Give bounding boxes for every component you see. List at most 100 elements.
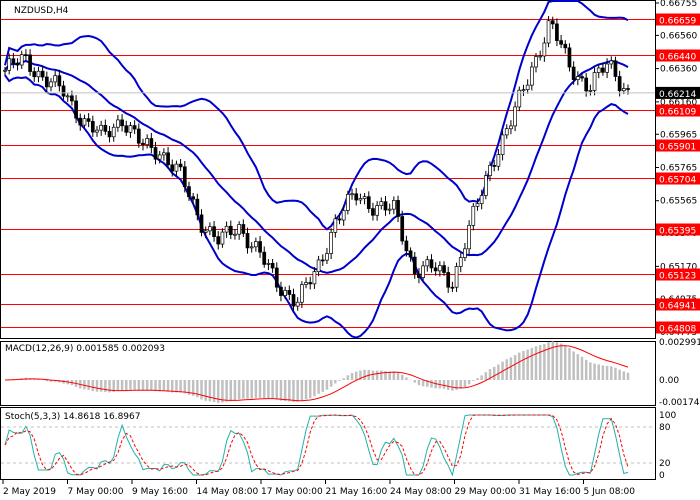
candle-body	[316, 259, 321, 273]
candle-body	[70, 95, 74, 102]
candle-body	[274, 267, 279, 288]
candle-body	[44, 76, 49, 88]
stoch-main-line	[4, 414, 629, 477]
stoch-tick-label: 0	[659, 471, 665, 481]
candle-body	[601, 67, 605, 73]
candle-body	[136, 128, 141, 144]
candle-body	[555, 23, 559, 41]
macd-tick-label: 0.002991	[659, 338, 700, 348]
chart-svg[interactable]: 0.667550.665600.663600.661600.659650.657…	[0, 0, 700, 500]
price-tick-label: 0.65965	[660, 130, 697, 140]
macd-label: MACD(12,26,9) 0.001585 0.002093	[5, 344, 165, 354]
level-label: 0.65395	[659, 227, 696, 237]
candle-body	[86, 118, 91, 122]
level-label: 0.66109	[659, 108, 696, 118]
candle-body	[103, 124, 108, 132]
candle-body	[3, 69, 7, 72]
candle-body	[199, 214, 204, 233]
candle-body	[596, 67, 601, 73]
candle-body	[563, 43, 568, 49]
candle-body	[78, 117, 83, 126]
main-price-panel: 0.667550.665600.663600.661600.659650.657…	[0, 0, 700, 339]
candle-body	[592, 72, 597, 91]
level-label: 0.66440	[659, 53, 696, 63]
candle-body	[224, 225, 229, 233]
candle-body	[362, 196, 367, 199]
candle-body	[166, 152, 170, 166]
candle-body	[174, 163, 179, 172]
candle-body	[249, 246, 254, 249]
candle-body	[417, 273, 421, 278]
candle-body	[534, 56, 538, 68]
candle-body	[325, 253, 329, 261]
candle-body	[32, 71, 37, 78]
candle-body	[358, 198, 363, 201]
symbol-label: NZDUSD,H4	[14, 6, 69, 16]
candle-body	[28, 54, 32, 72]
price-tick-label: 0.66360	[660, 65, 697, 75]
candle-body	[116, 119, 120, 128]
candle-body	[496, 154, 501, 167]
candle-body	[371, 208, 375, 216]
candle-body	[437, 265, 442, 272]
candle-body	[475, 203, 480, 207]
candle-body	[237, 224, 241, 235]
candle-body	[529, 66, 534, 86]
candle-body	[57, 75, 62, 87]
candle-body	[567, 47, 572, 68]
candle-body	[346, 194, 350, 211]
candle-body	[626, 88, 630, 90]
candle-body	[74, 100, 78, 119]
stoch-label: Stoch(5,3,3) 14.8618 16.8967	[5, 412, 140, 422]
candle-body	[609, 60, 614, 65]
time-tick-label: 21 May 16:00	[326, 487, 388, 497]
candle-body	[392, 200, 396, 210]
candle-body	[538, 55, 543, 58]
upper-bollinger-band	[4, 0, 629, 231]
candle-body	[162, 152, 166, 156]
candle-body	[575, 76, 580, 81]
candle-body	[337, 218, 342, 221]
candle-body	[99, 124, 104, 131]
candle-body	[605, 63, 609, 73]
candle-body	[621, 88, 626, 92]
candle-body	[588, 90, 593, 92]
macd-tick-label: 0.00	[659, 376, 679, 386]
candle-body	[182, 166, 187, 187]
candle-body	[580, 76, 584, 79]
candle-body	[383, 201, 388, 211]
candle-body	[379, 201, 384, 206]
candle-body	[254, 241, 258, 248]
candle-body	[433, 267, 438, 272]
time-tick-label: 14 May 08:00	[197, 487, 259, 497]
level-label: 0.64808	[659, 325, 696, 335]
candle-body	[442, 265, 446, 273]
candle-body	[220, 231, 225, 245]
candle-body	[283, 290, 287, 296]
candle-body	[308, 282, 313, 285]
candle-body	[11, 58, 16, 64]
candle-body	[500, 134, 505, 155]
candle-body	[479, 195, 484, 204]
candle-body	[542, 42, 547, 57]
stoch-tick-label: 100	[659, 411, 676, 421]
stoch-tick-label: 80	[659, 423, 671, 433]
candle-body	[36, 70, 41, 78]
candle-body	[366, 196, 371, 209]
candle-body	[483, 175, 488, 196]
candle-body	[450, 286, 455, 289]
candle-body	[170, 164, 175, 172]
time-tick-label: 24 May 08:00	[390, 487, 452, 497]
trading-chart[interactable]: 0.66755 0.66560 0.66360 0.66160 0.65965 0.657…	[0, 0, 700, 500]
candle-body	[375, 205, 379, 216]
candle-body	[191, 196, 196, 200]
candle-body	[509, 125, 513, 130]
candle-body	[61, 85, 66, 97]
candle-body	[107, 131, 112, 138]
candle-body	[287, 290, 292, 295]
candle-body	[454, 266, 459, 288]
candle-body	[458, 257, 463, 267]
candle-body	[228, 225, 233, 235]
candle-body	[429, 259, 434, 269]
candle-body	[208, 226, 212, 232]
